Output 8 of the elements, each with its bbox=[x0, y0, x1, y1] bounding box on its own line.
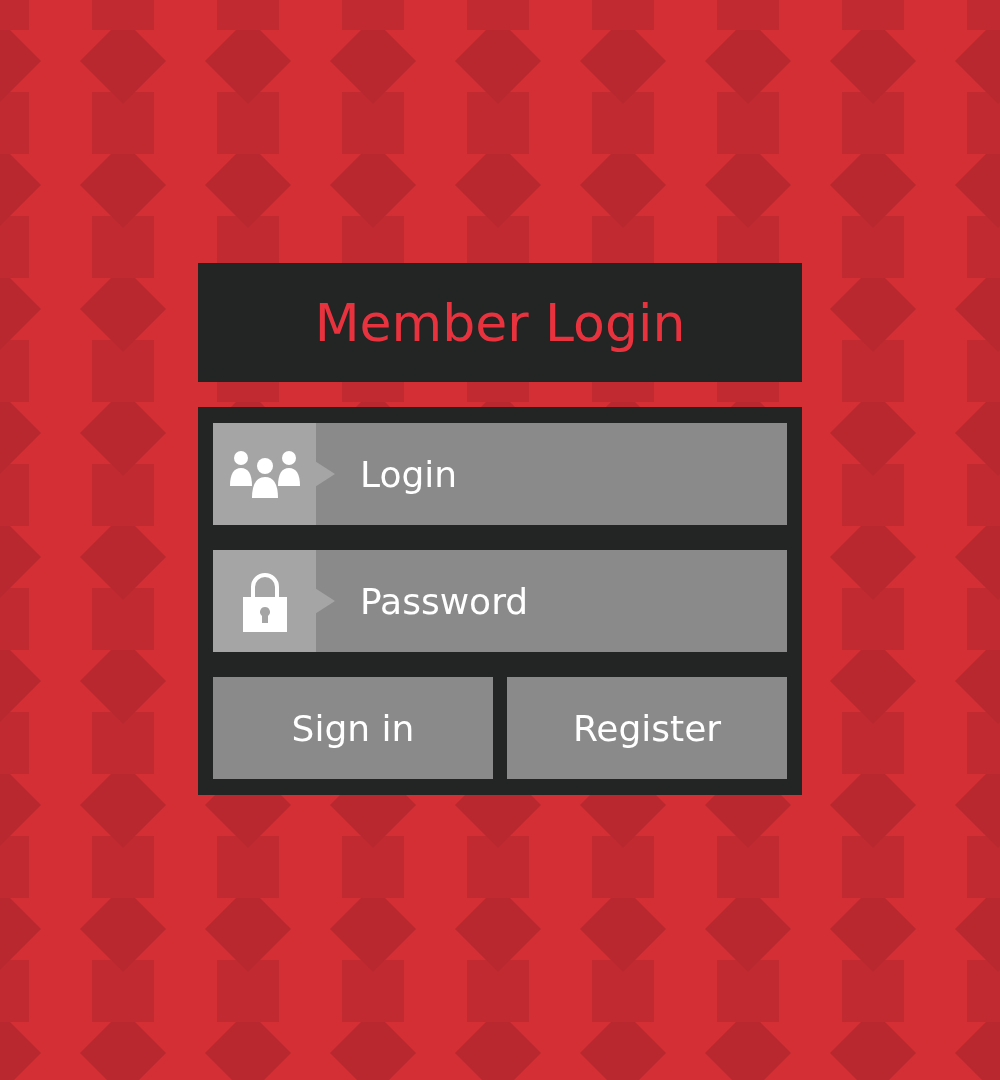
register-button[interactable]: Register bbox=[507, 677, 787, 779]
login-field[interactable]: Login bbox=[213, 423, 787, 525]
login-input[interactable]: Login bbox=[335, 423, 787, 525]
users-icon bbox=[227, 448, 303, 500]
password-input[interactable]: Password bbox=[335, 550, 787, 652]
form-title: Member Login bbox=[314, 292, 686, 353]
password-field[interactable]: Password bbox=[213, 550, 787, 652]
sign-in-button[interactable]: Sign in bbox=[213, 677, 493, 779]
